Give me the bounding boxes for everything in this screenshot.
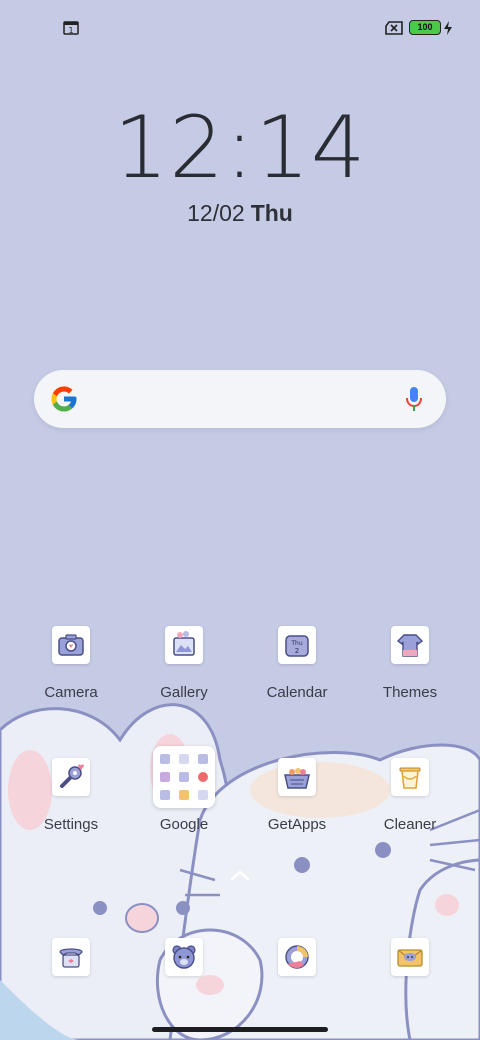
gallery-icon: [173, 631, 195, 656]
calendar-icon: Thu 2: [285, 635, 309, 657]
app-label: Google: [159, 816, 209, 833]
app-settings[interactable]: Settings: [16, 758, 126, 868]
app-getapps[interactable]: GetApps: [242, 758, 352, 868]
chevron-up-icon[interactable]: [229, 868, 251, 882]
app-gallery[interactable]: Gallery: [129, 626, 239, 736]
home-indicator[interactable]: [152, 1027, 328, 1032]
google-g-icon: [51, 386, 77, 412]
calendar-icon-day: Thu: [290, 640, 302, 647]
date-text: 12/02: [187, 200, 245, 226]
bear-icon: [172, 945, 196, 969]
app-folder-google[interactable]: Google: [129, 746, 239, 868]
wrench-icon: [60, 764, 84, 788]
sim-slot-number: 1: [68, 26, 73, 35]
microphone-icon[interactable]: [404, 385, 424, 413]
shopping-basket-icon: [284, 768, 310, 789]
google-search-bar[interactable]: [34, 370, 446, 428]
phone-icon: [59, 948, 83, 968]
camera-icon: [58, 634, 84, 656]
trash-bin-icon: [399, 767, 421, 789]
dock-bear-app[interactable]: [129, 938, 239, 978]
dock-browser[interactable]: [242, 938, 352, 978]
app-label: Calendar: [266, 684, 328, 701]
app-label: Settings: [43, 816, 99, 833]
dock-phone[interactable]: [16, 938, 126, 978]
themes-icon: [396, 634, 424, 657]
status-bar: 1 100: [0, 0, 480, 56]
dock-messages[interactable]: [355, 938, 465, 978]
battery-level: 100: [417, 22, 433, 32]
battery-indicator: 100: [409, 20, 441, 35]
folder-icon: [153, 746, 215, 808]
weekday-text: Thu: [250, 200, 293, 226]
messages-icon: [397, 949, 423, 967]
sim-card-icon: 1: [63, 21, 79, 35]
app-label: Themes: [382, 684, 438, 701]
calendar-icon-date: 2: [295, 647, 299, 655]
charging-bolt-icon: [444, 21, 452, 35]
app-calendar[interactable]: Thu 2 Calendar: [242, 626, 352, 736]
app-label: Cleaner: [383, 816, 437, 833]
clock-date[interactable]: 12/02 Thu: [0, 200, 480, 227]
app-cleaner[interactable]: Cleaner: [355, 758, 465, 868]
clock-time[interactable]: 12:14: [0, 100, 480, 196]
app-label: Camera: [44, 684, 98, 701]
app-camera[interactable]: Camera: [16, 626, 126, 736]
app-label: Gallery: [160, 684, 208, 701]
no-sim-icon: [385, 21, 403, 35]
app-label: GetApps: [267, 816, 327, 833]
browser-icon: [285, 945, 309, 969]
app-themes[interactable]: Themes: [355, 626, 465, 736]
